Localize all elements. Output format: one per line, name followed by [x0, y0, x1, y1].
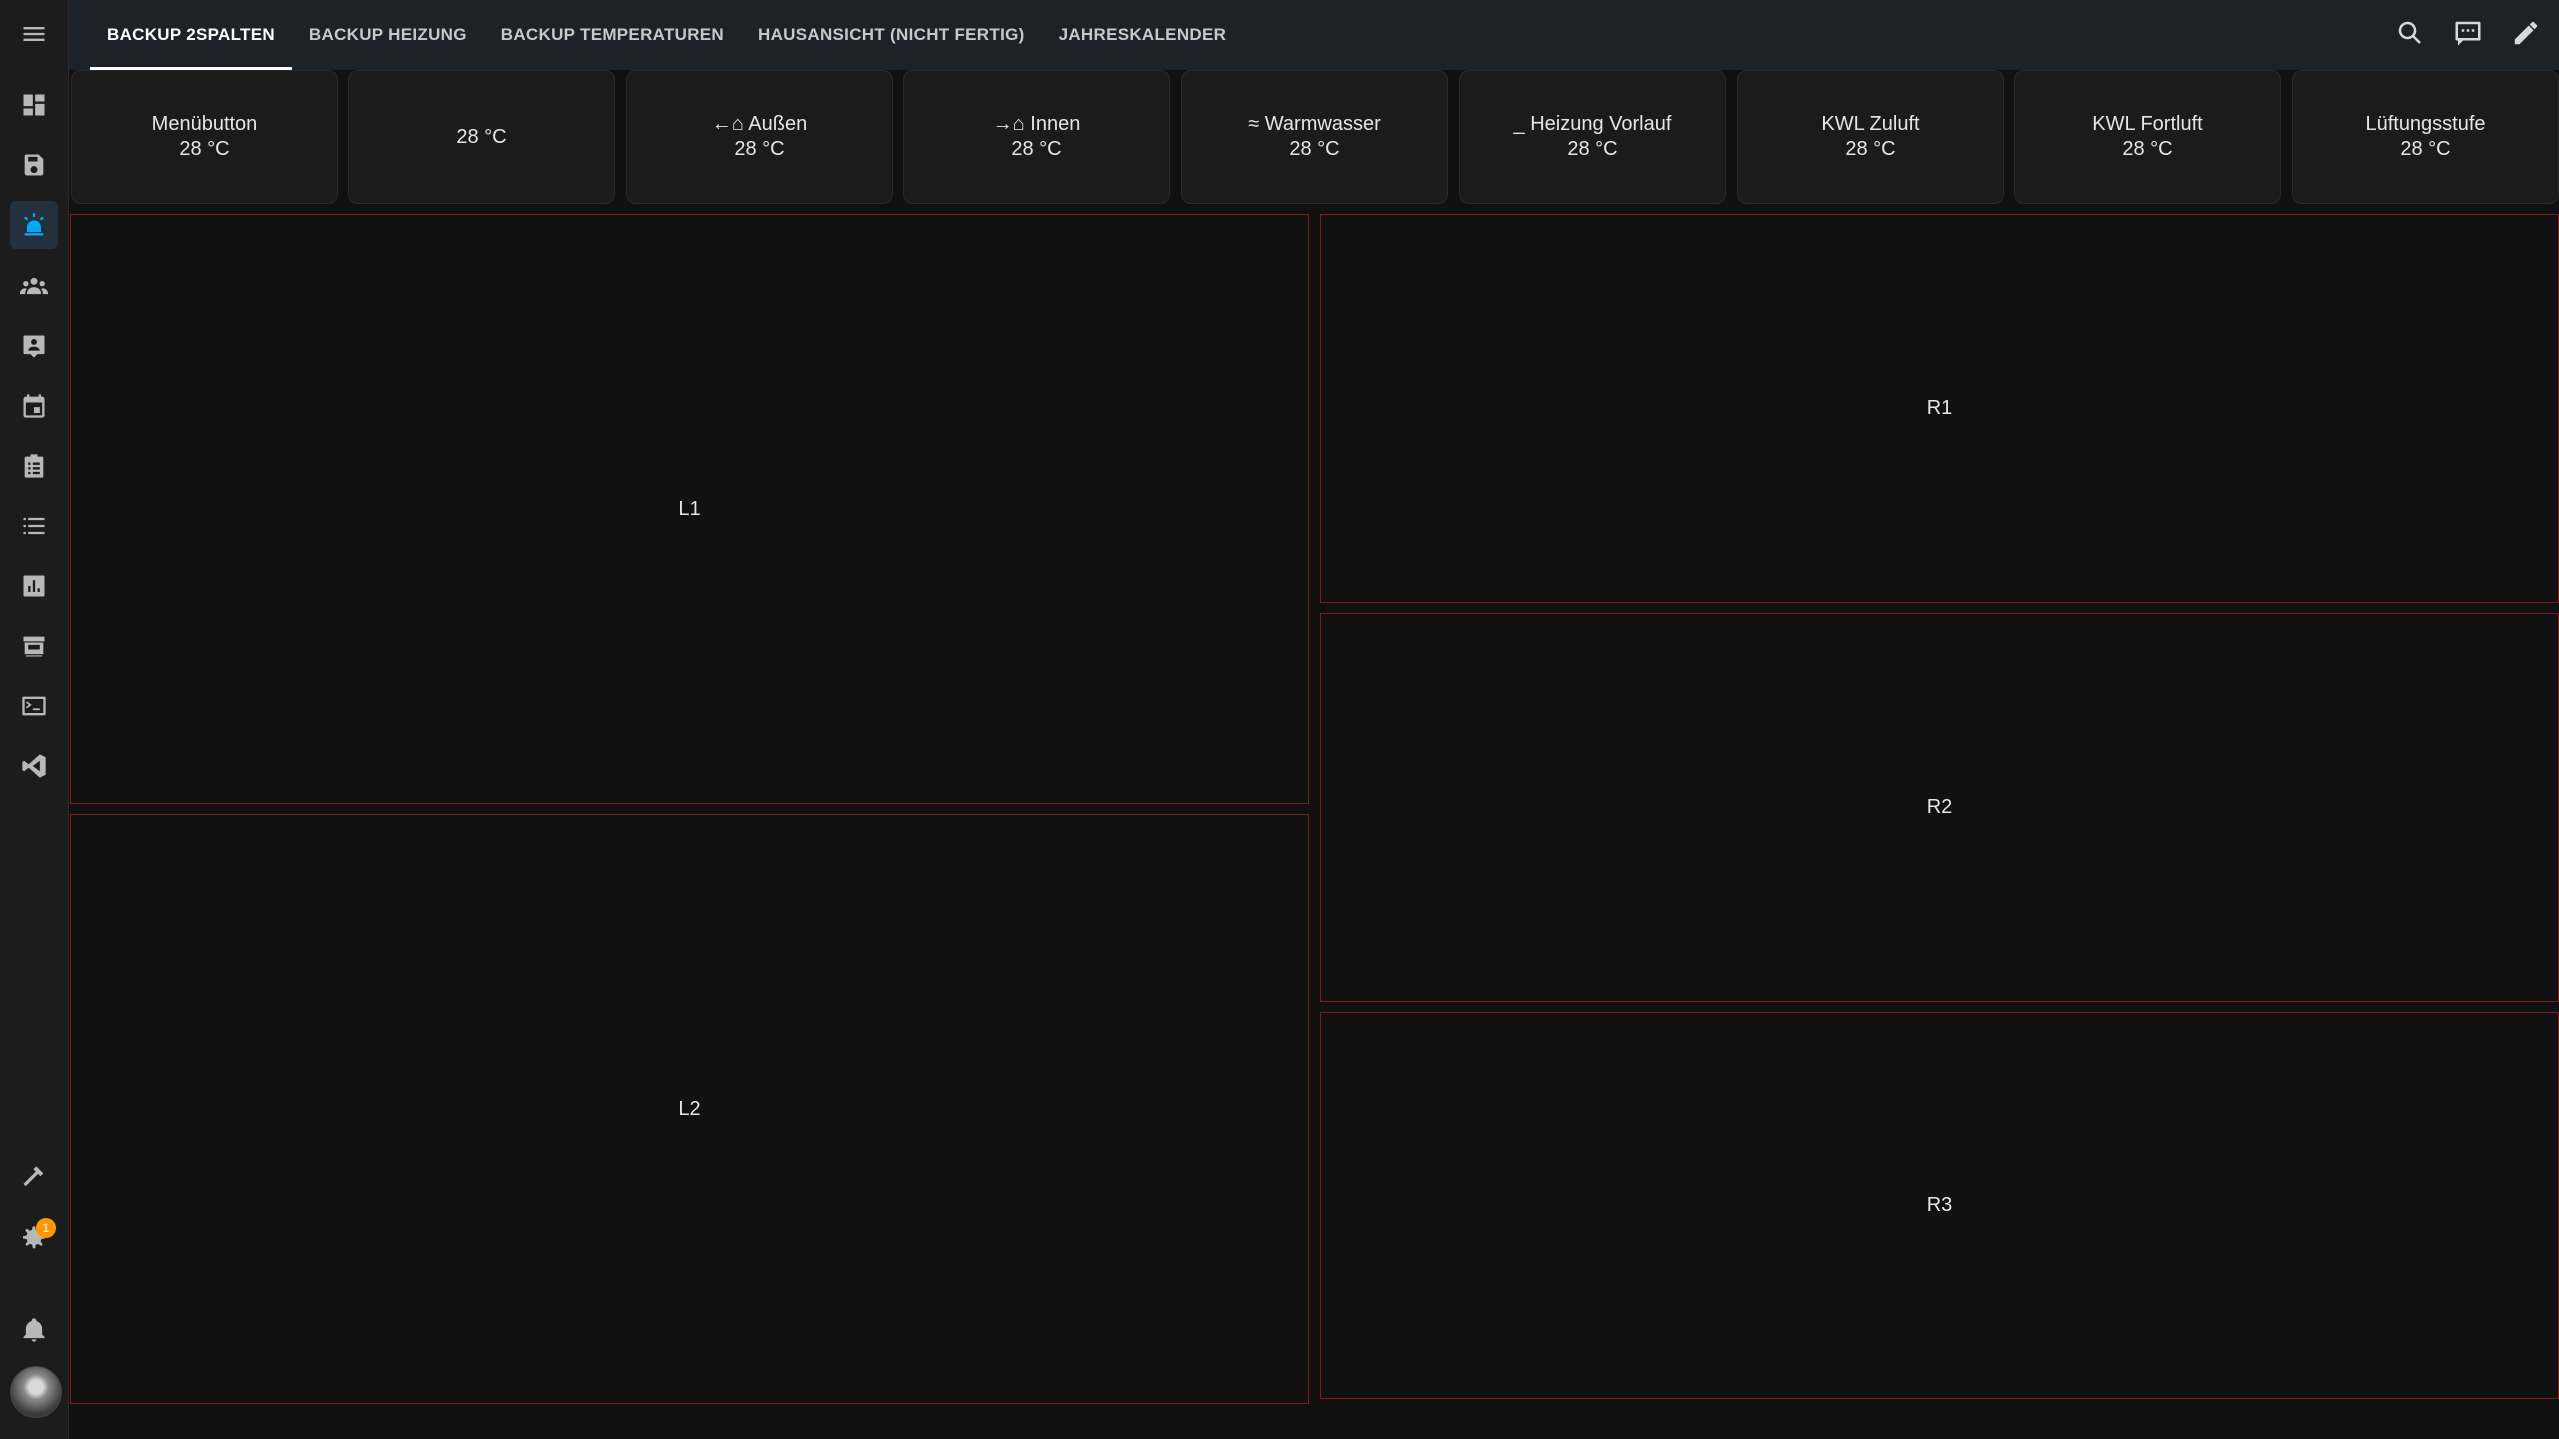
- tile-name: KWL Fortluft: [2092, 113, 2203, 135]
- tile-innen[interactable]: →⌂ Innen 28 °C: [903, 70, 1170, 204]
- notification-badge: 1: [36, 1218, 56, 1238]
- vscode-icon[interactable]: [10, 742, 58, 790]
- tile-name: _ Heizung Vorlauf: [1513, 113, 1672, 135]
- calendar-icon[interactable]: [10, 382, 58, 430]
- tile-name: KWL Zuluft: [1821, 113, 1920, 135]
- panel-r1: R1: [1320, 214, 2559, 603]
- save-icon[interactable]: [10, 141, 58, 189]
- tile-value: 28 °C: [1011, 138, 1062, 160]
- tile-heizung-vorlauf[interactable]: _ Heizung Vorlauf 28 °C: [1459, 70, 1726, 204]
- tab-backup-2spalten[interactable]: BACKUP 2SPALTEN: [90, 0, 292, 70]
- tile-name: ←⌂ Außen: [711, 113, 808, 135]
- tile-value: 28 °C: [456, 125, 507, 148]
- dashboard-icon[interactable]: [10, 81, 58, 129]
- tile-lueftungsstufe[interactable]: Lüftungsstufe 28 °C: [2292, 70, 2559, 204]
- tile-value: 28 °C: [1289, 138, 1340, 160]
- list-icon[interactable]: [10, 502, 58, 550]
- bell-icon[interactable]: [10, 1306, 58, 1354]
- settings-icon[interactable]: 1: [10, 1214, 58, 1262]
- terminal-icon[interactable]: [10, 682, 58, 730]
- menu-icon[interactable]: [10, 10, 58, 58]
- tile-menubutton[interactable]: Menübutton 28 °C: [71, 70, 338, 204]
- tile-value: 28 °C: [179, 138, 230, 160]
- tile-name: Menübutton: [151, 113, 258, 135]
- panel-label: R3: [1926, 1194, 1953, 1216]
- tab-backup-temperaturen[interactable]: BACKUP TEMPERATUREN: [484, 0, 741, 70]
- panel-l1: L1: [70, 214, 1309, 804]
- people-icon[interactable]: [10, 262, 58, 310]
- tile-name: →⌂ Innen: [992, 113, 1081, 135]
- hacs-store-icon[interactable]: [10, 622, 58, 670]
- tile-temperature[interactable]: 28 °C: [348, 70, 615, 204]
- tile-name: ≈ Warmwasser: [1248, 113, 1381, 135]
- search-icon[interactable]: [2395, 18, 2425, 53]
- sidebar: 1: [0, 0, 69, 1439]
- hammer-icon[interactable]: [10, 1154, 58, 1202]
- tile-kwl-fortluft[interactable]: KWL Fortluft 28 °C: [2014, 70, 2281, 204]
- tile-kwl-zuluft[interactable]: KWL Zuluft 28 °C: [1737, 70, 2004, 204]
- tile-value: 28 °C: [2122, 138, 2173, 160]
- panel-r2: R2: [1320, 613, 2559, 1002]
- alarm-light-icon[interactable]: [10, 201, 58, 249]
- clipboard-icon[interactable]: [10, 442, 58, 490]
- assist-chat-icon[interactable]: [2453, 18, 2483, 53]
- tile-aussen[interactable]: ←⌂ Außen 28 °C: [626, 70, 893, 204]
- tile-warmwasser[interactable]: ≈ Warmwasser 28 °C: [1181, 70, 1448, 204]
- edit-pencil-icon[interactable]: [2511, 18, 2541, 53]
- panel-label: L1: [678, 497, 701, 520]
- tile-value: 28 °C: [1567, 138, 1618, 160]
- panel-label: R2: [1926, 796, 1953, 818]
- tab-backup-heizung[interactable]: BACKUP HEIZUNG: [292, 0, 484, 70]
- panel-label: R1: [1926, 397, 1953, 419]
- tile-value: 28 °C: [1845, 138, 1896, 160]
- tile-name: Lüftungsstufe: [2365, 113, 2486, 135]
- tab-jahreskalender[interactable]: JAHRESKALENDER: [1042, 0, 1244, 70]
- chart-icon[interactable]: [10, 562, 58, 610]
- tile-value: 28 °C: [734, 138, 785, 160]
- panel-l2: L2: [70, 814, 1309, 1404]
- top-toolbar: BACKUP 2SPALTEN BACKUP HEIZUNG BACKUP TE…: [69, 0, 2559, 70]
- panel-r3: R3: [1320, 1012, 2559, 1399]
- panel-label: L2: [678, 1097, 701, 1120]
- contact-card-icon[interactable]: [10, 322, 58, 370]
- avatar[interactable]: [10, 1366, 62, 1418]
- tab-hausansicht[interactable]: HAUSANSICHT (NICHT FERTIG): [741, 0, 1042, 70]
- tile-value: 28 °C: [2400, 138, 2451, 160]
